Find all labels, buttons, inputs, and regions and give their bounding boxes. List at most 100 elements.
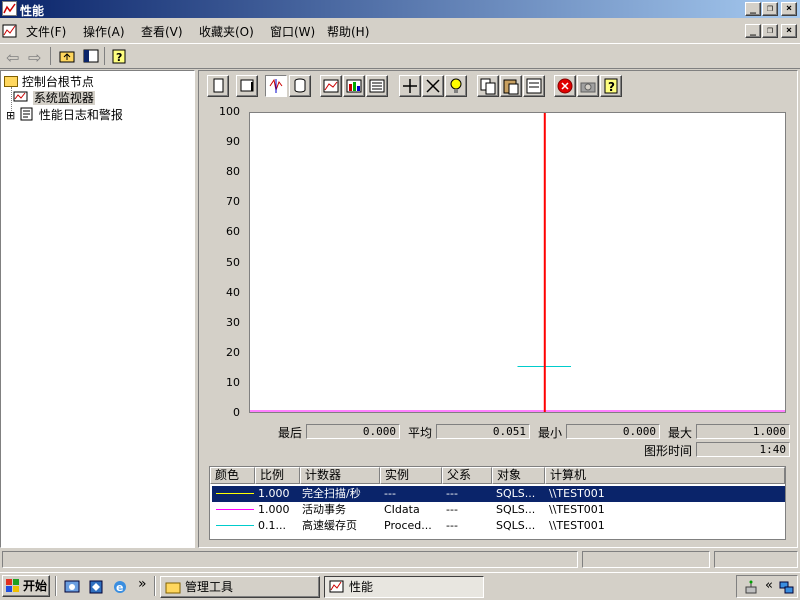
quicklaunch-ie-icon[interactable]: e [112,579,128,595]
highlight-icon[interactable] [445,75,467,97]
tree-root[interactable]: 控制台根节点 [4,73,94,90]
start-button[interactable]: 开始 [2,575,50,597]
quicklaunch-explorer-icon[interactable] [88,579,104,595]
tray-chevron[interactable]: « [765,578,773,593]
svg-text:?: ? [116,51,122,64]
child-close-button[interactable]: × [781,24,797,38]
mmc-icon[interactable] [2,23,18,39]
tree-item-system-monitor[interactable]: 系统监视器 [13,89,95,106]
col-counter[interactable]: 计数器 [300,467,380,484]
add-counter-icon[interactable] [399,75,421,97]
min-label: 最小 [538,426,563,440]
legend-row[interactable]: 0.1... 高速缓存页 Proced... --- SQLS... \\TEST001 [212,518,785,534]
legend-row[interactable]: 1.000 活动事务 CIdata --- SQLS... \\TEST001 [212,502,785,518]
status-pane [714,551,798,568]
task-admin-tools[interactable]: 管理工具 [160,576,320,598]
help-icon[interactable]: ? [111,47,129,65]
toolbar-separator [50,47,51,65]
close-button[interactable]: × [781,2,797,16]
menu-bar: 文件(F) 操作(A) 查看(V) 收藏夹(O) 窗口(W) 帮助(H) _ ❐… [0,20,800,42]
plot-area[interactable] [249,112,786,413]
window-title: 性能 [20,4,45,18]
min-value: 0.000 [566,424,660,439]
help-icon[interactable]: ? [600,75,622,97]
col-object[interactable]: 对象 [492,467,545,484]
svg-text:?: ? [608,80,615,94]
freeze-display-icon[interactable] [554,75,576,97]
legend-row[interactable]: 1.000 完全扫描/秒 --- --- SQLS... \\TEST001 [212,486,785,502]
last-label: 最后 [278,426,303,440]
child-restore-button[interactable]: ❐ [762,24,778,38]
color-swatch [216,493,254,494]
show-hide-tree-icon[interactable] [82,47,100,65]
paste-counter-icon[interactable] [500,75,522,97]
legend-counter: 高速缓存页 [302,519,357,532]
legend-computer: \\TEST001 [549,519,605,532]
task-label: 性能 [349,580,374,594]
child-minimize-button[interactable]: _ [745,24,761,38]
start-label: 开始 [23,579,48,593]
col-color[interactable]: 颜色 [210,467,255,484]
graph-time-label: 图形时间 [644,444,693,458]
col-scale[interactable]: 比例 [255,467,300,484]
menu-window[interactable]: 窗口(W) [270,23,315,40]
legend-object: SQLS... [496,519,536,532]
delete-counter-icon[interactable] [422,75,444,97]
copy-properties-icon[interactable] [477,75,499,97]
menu-file[interactable]: 文件(F) [26,23,66,40]
expand-icon[interactable]: ⊞ [6,109,15,122]
minimize-button[interactable]: _ [745,2,761,16]
tree-item-perf-logs[interactable]: ⊞ 性能日志和警报 [6,106,123,123]
legend-scale: 1.000 [258,503,290,516]
taskbar: 开始 e » 管理工具 性能 « [0,572,800,600]
y-tick-label: 20 [226,345,240,359]
color-swatch [216,509,254,510]
svg-text:e: e [116,581,123,594]
tree-root-label: 控制台根节点 [21,75,94,89]
console-tree: 控制台根节点 系统监视器 ⊞ 性能日志和警报 [0,70,195,548]
view-histogram-icon[interactable] [343,75,365,97]
quicklaunch-desktop-icon[interactable] [64,579,80,595]
view-current-activity-icon[interactable] [265,75,287,97]
main-toolbar: ⇦ ⇨ ? [0,43,800,69]
status-pane [2,551,578,568]
forward-arrow-icon[interactable]: ⇨ [28,48,41,67]
up-folder-icon[interactable] [58,47,76,65]
y-tick-label: 50 [226,255,240,269]
properties-icon[interactable] [523,75,545,97]
restore-button[interactable]: ❐ [762,2,778,16]
task-performance[interactable]: 性能 [324,576,484,598]
view-graph-icon[interactable] [320,75,342,97]
menu-action[interactable]: 操作(A) [83,23,125,40]
quicklaunch-chevron[interactable]: » [138,576,147,592]
network-icon[interactable] [779,579,795,595]
col-instance[interactable]: 实例 [380,467,442,484]
logs-alerts-icon [19,107,35,121]
clear-display-icon[interactable] [236,75,258,97]
legend-instance: CIdata [384,503,420,516]
menu-favorites[interactable]: 收藏夹(O) [199,23,254,40]
avg-label: 平均 [408,426,433,440]
legend-computer: \\TEST001 [549,487,605,500]
monitor-toolbar: ? [207,74,627,98]
y-tick-label: 60 [226,225,240,239]
menu-view[interactable]: 查看(V) [141,23,183,40]
sql-agent-icon[interactable] [743,579,759,595]
folder-icon [165,580,181,594]
y-tick-label: 0 [233,406,240,419]
menu-help[interactable]: 帮助(H) [327,23,369,40]
windows-logo-icon [6,579,20,593]
update-data-icon[interactable] [577,75,599,97]
toolbar-separator [104,47,105,65]
view-log-data-icon[interactable] [289,75,311,97]
col-computer[interactable]: 计算机 [545,467,785,484]
col-parent[interactable]: 父系 [442,467,492,484]
legend-instance: --- [384,487,396,500]
legend-counter: 完全扫描/秒 [302,487,361,500]
view-report-icon[interactable] [366,75,388,97]
chart-svg [250,113,785,412]
back-arrow-icon[interactable]: ⇦ [6,48,19,67]
y-tick-label: 100 [219,105,240,118]
new-counter-set-icon[interactable] [207,75,229,97]
taskbar-separator [55,576,57,596]
